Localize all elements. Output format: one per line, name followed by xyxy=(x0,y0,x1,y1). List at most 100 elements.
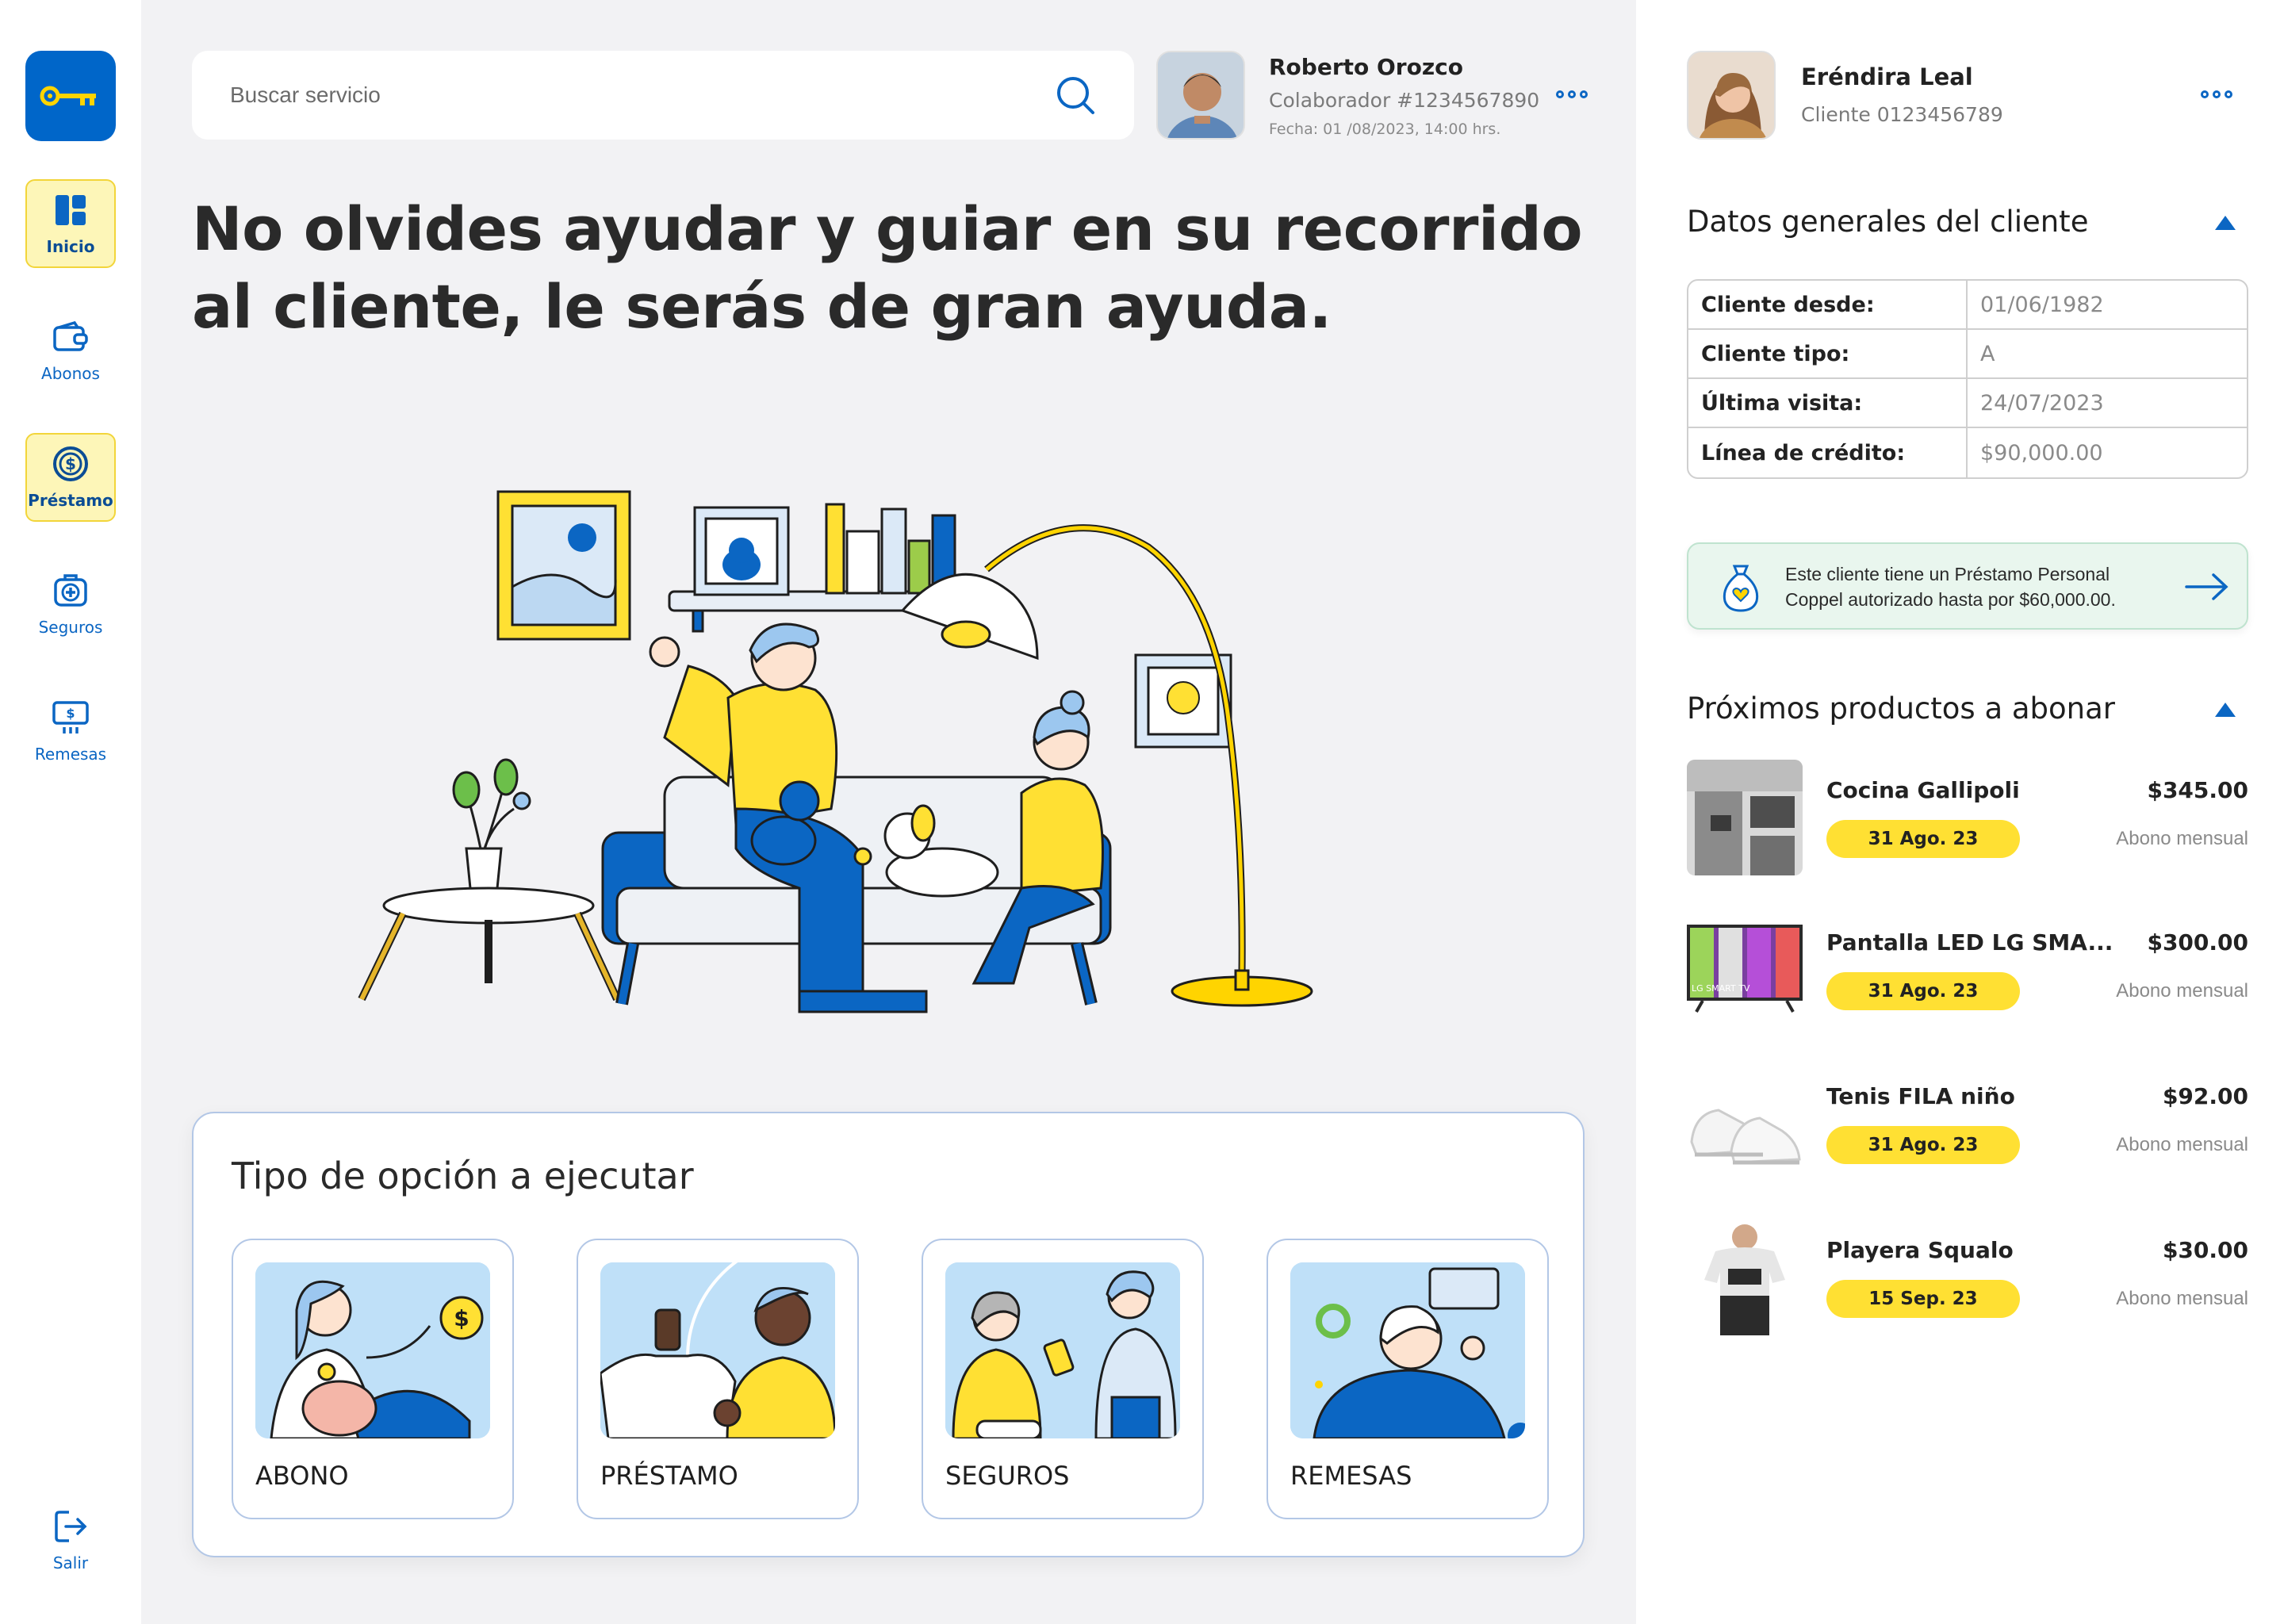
product-thumbnail xyxy=(1687,1066,1803,1182)
logout-label: Salir xyxy=(52,1553,89,1572)
client-panel: Eréndira Leal Cliente 0123456789 Datos g… xyxy=(1636,0,2284,1624)
table-row: Cliente desde: 01/06/1982 xyxy=(1688,281,2247,330)
general-data-table: Cliente desde: 01/06/1982 Cliente tipo: A … xyxy=(1687,279,2248,479)
product-name: Tenis FILA niño xyxy=(1826,1083,2015,1109)
general-data-title: Datos generales del cliente xyxy=(1687,205,2089,239)
search-input[interactable] xyxy=(230,82,1055,108)
loan-banner-text: Este cliente tiene un Préstamo Personal … xyxy=(1785,564,2116,610)
product-thumbnail: LG SMART TV xyxy=(1687,912,1803,1028)
payment-frequency: Abono mensual xyxy=(2116,828,2248,849)
row-value: 24/07/2023 xyxy=(1980,390,2104,416)
client-more-options-icon[interactable] xyxy=(2201,90,2232,98)
loan-banner[interactable]: Este cliente tiene un Préstamo Personal … xyxy=(1687,542,2248,630)
dashboard-icon xyxy=(52,191,90,229)
option-type-panel: Tipo de opción a ejecutar $ ABONO PRÉSTA… xyxy=(192,1112,1585,1557)
sidebar-item-label: Seguros xyxy=(38,618,103,637)
due-date-badge: 15 Sep. 23 xyxy=(1826,1280,2020,1318)
svg-text:$: $ xyxy=(66,706,75,721)
option-abono[interactable]: $ ABONO xyxy=(232,1239,514,1519)
sidebar-item-inicio[interactable]: Inicio xyxy=(25,179,116,268)
sidebar-item-label: Préstamo xyxy=(28,491,113,510)
product-price: $345.00 xyxy=(2147,777,2248,803)
medical-case-icon xyxy=(52,572,90,610)
list-item[interactable]: LG SMART TV Pantalla LED LG SMA... $300.… xyxy=(1687,912,2248,1031)
product-thumbnail xyxy=(1687,760,1803,875)
table-row: Última visita: 24/07/2023 xyxy=(1688,379,2247,428)
collapse-caret-icon[interactable] xyxy=(2215,216,2236,230)
sidebar-item-label: Inicio xyxy=(46,237,95,256)
row-value: $90,000.00 xyxy=(1980,440,2103,465)
product-name: Cocina Gallipoli xyxy=(1826,777,2020,803)
arrow-right-icon[interactable] xyxy=(2185,573,2229,601)
option-remesas[interactable]: REMESAS xyxy=(1267,1239,1549,1519)
client-name: Eréndira Leal xyxy=(1801,63,1973,90)
option-label: ABONO xyxy=(255,1461,349,1491)
living-room-illustration xyxy=(358,490,1313,1013)
collaborator-name: Roberto Orozco xyxy=(1269,54,1463,80)
dollar-coin-icon: $ xyxy=(52,445,90,483)
payment-frequency: Abono mensual xyxy=(2116,1134,2248,1155)
options-title: Tipo de opción a ejecutar xyxy=(232,1155,694,1197)
sidebar-item-label: Abonos xyxy=(41,364,100,383)
list-item[interactable]: Tenis FILA niño $92.00 31 Ago. 23 Abono … xyxy=(1687,1066,2248,1185)
client-avatar xyxy=(1687,51,1776,140)
product-price: $300.00 xyxy=(2147,929,2248,956)
logout-icon xyxy=(52,1507,90,1545)
product-name: Playera Squalo xyxy=(1826,1237,2014,1263)
sidebar: Inicio Abonos $ Préstamo Seguros $ Remes… xyxy=(0,0,141,1624)
search-bar xyxy=(192,51,1134,140)
money-transfer-icon: $ xyxy=(52,699,90,737)
sidebar-item-abonos[interactable]: Abonos xyxy=(25,306,116,395)
option-label: REMESAS xyxy=(1290,1461,1412,1491)
page-title: No olvides ayudar y guiar en su recorrid… xyxy=(192,193,1583,342)
sidebar-item-remesas[interactable]: $ Remesas xyxy=(25,687,116,776)
seguros-illustration xyxy=(945,1262,1180,1438)
abono-illustration: $ xyxy=(255,1262,490,1438)
collaborator-date: Fecha: 01 /08/2023, 14:00 hrs. xyxy=(1269,121,1501,138)
due-date-badge: 31 Ago. 23 xyxy=(1826,972,2020,1010)
row-key: Cliente desde: xyxy=(1688,281,1968,328)
option-label: PRÉSTAMO xyxy=(600,1461,738,1491)
table-row: Línea de crédito: $90,000.00 xyxy=(1688,428,2247,477)
row-key: Cliente tipo: xyxy=(1688,330,1968,377)
money-bag-icon xyxy=(1723,565,1759,612)
main-content: Roberto Orozco Colaborador #1234567890 F… xyxy=(141,0,1636,1624)
table-row: Cliente tipo: A xyxy=(1688,330,2247,379)
collaborator-id: Colaborador #1234567890 xyxy=(1269,89,1540,112)
svg-text:$: $ xyxy=(454,1305,469,1331)
row-value: A xyxy=(1980,341,1995,366)
logout-button[interactable]: Salir xyxy=(25,1496,116,1584)
search-icon[interactable] xyxy=(1055,75,1096,116)
due-date-badge: 31 Ago. 23 xyxy=(1826,820,2020,858)
prestamo-illustration xyxy=(600,1262,835,1438)
upcoming-title: Próximos productos a abonar xyxy=(1687,691,2116,726)
option-label: SEGUROS xyxy=(945,1461,1070,1491)
remesas-illustration xyxy=(1290,1262,1525,1438)
product-price: $30.00 xyxy=(2162,1237,2248,1263)
due-date-badge: 31 Ago. 23 xyxy=(1826,1126,2020,1164)
client-id: Cliente 0123456789 xyxy=(1801,103,2003,126)
client-card: Eréndira Leal Cliente 0123456789 xyxy=(1687,51,2242,140)
collaborator-card: Roberto Orozco Colaborador #1234567890 F… xyxy=(1156,51,1600,140)
row-value: 01/06/1982 xyxy=(1980,292,2104,317)
option-seguros[interactable]: SEGUROS xyxy=(922,1239,1204,1519)
option-prestamo[interactable]: PRÉSTAMO xyxy=(577,1239,859,1519)
product-thumbnail xyxy=(1687,1220,1803,1335)
sidebar-item-label: Remesas xyxy=(34,745,107,764)
logo[interactable] xyxy=(25,51,116,141)
collaborator-avatar xyxy=(1156,51,1245,140)
wallet-icon xyxy=(52,318,90,356)
sidebar-item-seguros[interactable]: Seguros xyxy=(25,560,116,649)
sidebar-item-prestamo[interactable]: $ Préstamo xyxy=(25,433,116,522)
product-name: Pantalla LED LG SMA... xyxy=(1826,929,2113,956)
list-item[interactable]: Cocina Gallipoli $345.00 31 Ago. 23 Abon… xyxy=(1687,760,2248,879)
payment-frequency: Abono mensual xyxy=(2116,1288,2248,1309)
key-icon xyxy=(40,86,96,106)
payment-frequency: Abono mensual xyxy=(2116,980,2248,1002)
row-key: Última visita: xyxy=(1688,379,1968,427)
collapse-caret-icon[interactable] xyxy=(2215,703,2236,717)
tv-screen-text: LG SMART TV xyxy=(1692,983,1750,994)
svg-text:$: $ xyxy=(65,454,76,473)
list-item[interactable]: Playera Squalo $30.00 15 Sep. 23 Abono m… xyxy=(1687,1220,2248,1339)
more-options-icon[interactable] xyxy=(1556,90,1588,98)
